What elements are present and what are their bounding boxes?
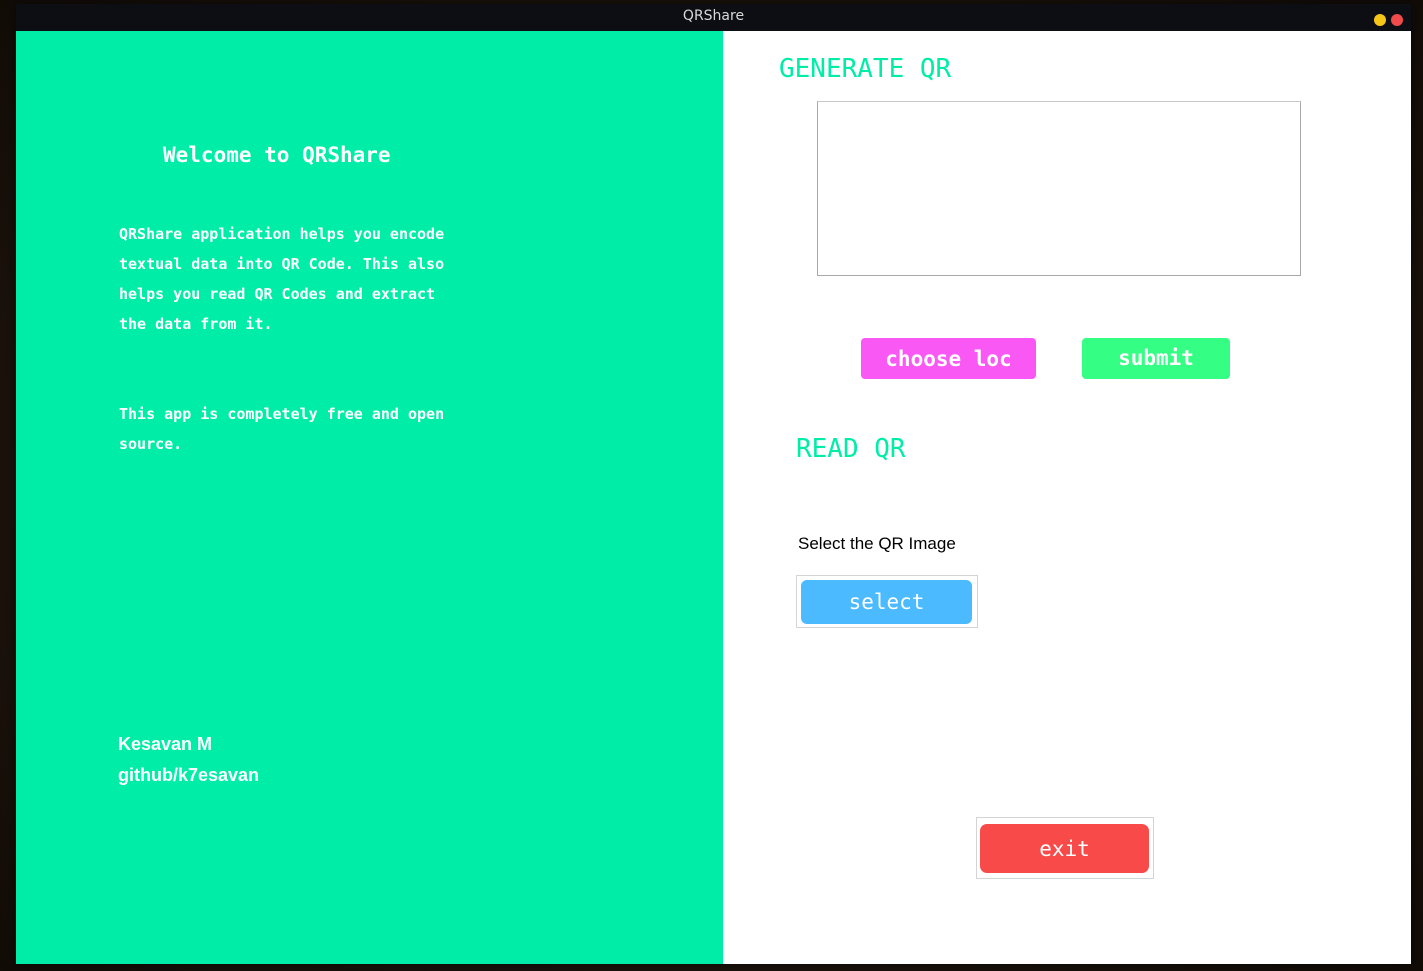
actions-panel: GENERATE QR choose loc submit READ QR Se… <box>723 31 1411 964</box>
submit-button[interactable]: submit <box>1082 338 1230 379</box>
select-image-button[interactable]: select <box>801 580 972 624</box>
exit-button-frame: exit <box>976 817 1154 879</box>
close-button[interactable] <box>1391 14 1403 26</box>
welcome-panel: Welcome to QRShare QRShare application h… <box>16 31 723 964</box>
minimize-button[interactable] <box>1374 14 1386 26</box>
qr-text-input[interactable] <box>817 101 1301 276</box>
author-name: Kesavan M <box>118 734 213 754</box>
generate-qr-heading: GENERATE QR <box>779 54 952 84</box>
app-window: QRShare Welcome to QRShare QRShare appli… <box>16 4 1411 964</box>
welcome-heading: Welcome to QRShare <box>163 143 391 167</box>
select-image-label: Select the QR Image <box>798 534 956 553</box>
title-bar[interactable]: QRShare <box>16 4 1411 31</box>
select-button-frame: select <box>796 575 978 628</box>
free-open-source-note: This app is completely free and open sou… <box>119 405 445 453</box>
exit-button[interactable]: exit <box>980 824 1149 873</box>
author-info: Kesavan M github/k7esavan <box>118 729 259 791</box>
author-github: github/k7esavan <box>118 765 260 785</box>
app-description: QRShare application helps you encode tex… <box>119 225 445 333</box>
window-title: QRShare <box>682 8 745 24</box>
choose-location-button[interactable]: choose loc <box>861 338 1036 379</box>
read-qr-heading: READ QR <box>796 434 906 464</box>
